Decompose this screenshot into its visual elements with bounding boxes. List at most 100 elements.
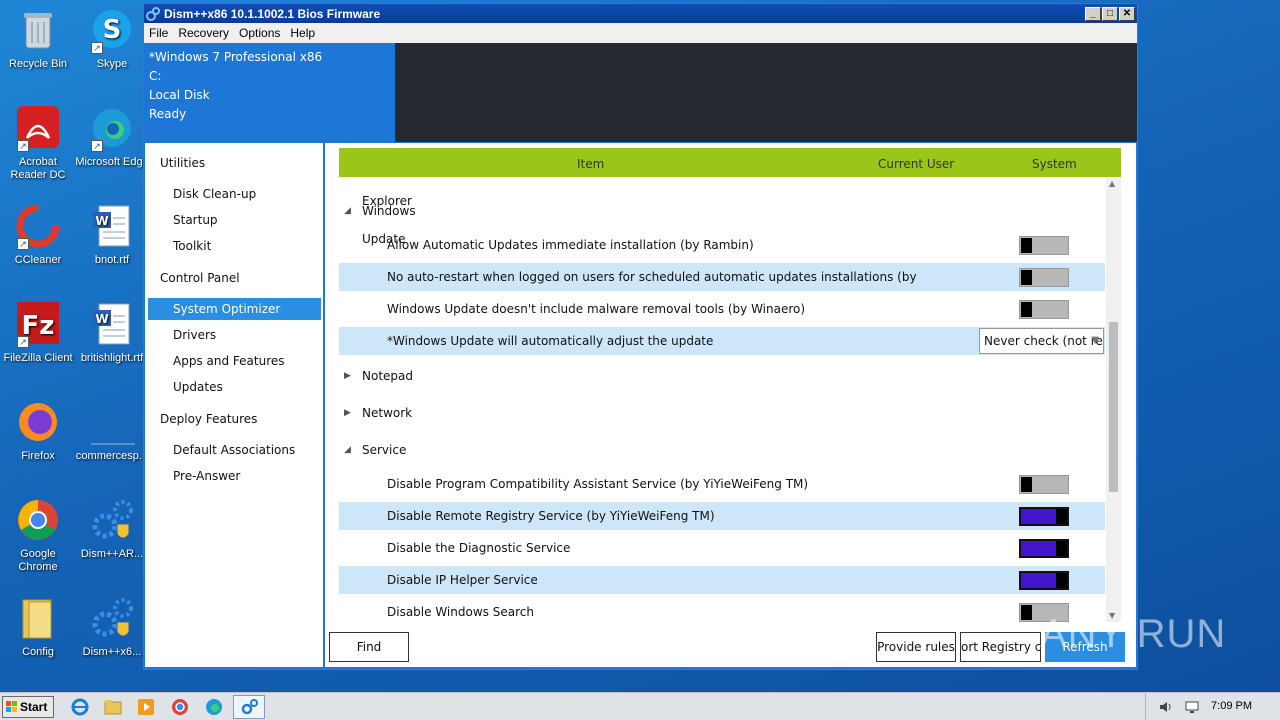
optimizer-panel: Item Current User System ◢ Internet Expl… [325, 143, 1136, 667]
setting-row[interactable]: Allow Automatic Updates immediate instal… [339, 231, 1105, 259]
dism-gear-icon [241, 699, 258, 715]
sidebar-item-toolkit[interactable]: Toolkit [148, 235, 321, 257]
firefox-icon [15, 400, 61, 446]
anyrun-watermark: ANY RUN [1040, 612, 1227, 656]
session-drive: C: [149, 69, 162, 83]
desktop-icon-label: Dism++AR... [80, 548, 144, 560]
sidebar-item-apps-features[interactable]: Apps and Features [148, 350, 321, 372]
sidebar-item-drivers[interactable]: Drivers [148, 324, 321, 346]
setting-row[interactable]: Windows Update doesn't include malware r… [339, 295, 1105, 323]
desktop-icon-britishlight[interactable]: W britishlight.rtf [74, 302, 150, 365]
desktop-icon-label: bnot.rtf [94, 254, 130, 266]
desktop-icon-label: britishlight.rtf [80, 352, 144, 364]
title-bar[interactable]: Dism++x86 10.1.1002.1 Bios Firmware _ □ … [144, 4, 1137, 23]
clock[interactable]: 7:09 PM [1211, 700, 1252, 712]
system-toggle[interactable] [1019, 268, 1069, 287]
sidebar: Utilities Disk Clean-up Startup Toolkit … [145, 143, 323, 667]
menu-recovery[interactable]: Recovery [173, 26, 234, 40]
sidebar-item-updates[interactable]: Updates [148, 376, 321, 398]
export-registry-button[interactable]: ort Registry co [960, 632, 1041, 662]
menu-options[interactable]: Options [234, 26, 285, 40]
system-toggle[interactable] [1019, 300, 1069, 319]
setting-row[interactable]: *Windows Update will automatically adjus… [339, 327, 1105, 355]
find-button[interactable]: Find [329, 632, 409, 662]
sidebar-heading-deploy-features[interactable]: Deploy Features [160, 412, 257, 426]
chrome-taskbar-icon[interactable] [170, 697, 190, 717]
svg-text:W: W [95, 312, 108, 326]
desktop-icon-firefox[interactable]: Firefox [0, 400, 76, 463]
windows-flag-icon [6, 701, 17, 712]
desktop-icon-filezilla[interactable]: Fz ↗ FileZilla Client [0, 302, 76, 365]
desktop-icon-commercesp[interactable]: commercesp... [74, 400, 150, 463]
system-toggle[interactable] [1019, 236, 1069, 255]
system-toggle[interactable] [1019, 571, 1069, 590]
settings-list: ◢ Internet Explorer ◢ Windows Update All… [339, 177, 1105, 622]
ccleaner-icon: ↗ [15, 204, 61, 250]
sidebar-item-default-associations[interactable]: Default Associations [148, 439, 321, 461]
menu-file[interactable]: File [144, 26, 173, 40]
desktop-icon-dism-ar[interactable]: Dism++AR... [74, 498, 150, 561]
sidebar-item-startup[interactable]: Startup [148, 209, 321, 231]
edge-taskbar-icon[interactable] [204, 697, 224, 717]
menu-help[interactable]: Help [285, 26, 320, 40]
folder-icon [15, 596, 61, 642]
sidebar-heading-control-panel[interactable]: Control Panel [160, 271, 240, 285]
dism-gear-icon [89, 596, 135, 642]
header: *Windows 7 Professional x86 C: Local Dis… [144, 43, 1137, 142]
sidebar-heading-utilities[interactable]: Utilities [160, 156, 205, 170]
sidebar-item-system-optimizer[interactable]: System Optimizer [148, 298, 321, 320]
setting-row[interactable]: Disable IP Helper Service [339, 566, 1105, 594]
header-panel [395, 43, 1137, 142]
desktop-icon-label: CCleaner [14, 254, 62, 266]
window-title: Dism++x86 10.1.1002.1 Bios Firmware [164, 6, 381, 21]
col-header-item[interactable]: Item [577, 157, 604, 171]
desktop-icon-acrobat[interactable]: ↗ Acrobat Reader DC [0, 106, 76, 182]
setting-row[interactable]: Disable the Diagnostic Service [339, 534, 1105, 562]
setting-row[interactable]: Disable Windows Search [339, 598, 1105, 622]
desktop-icon-label: Config [22, 646, 54, 658]
chrome-icon [15, 498, 61, 544]
desktop-icon-edge[interactable]: ↗ Microsoft Edge [74, 106, 150, 169]
dism-taskbar-button[interactable] [233, 695, 265, 719]
setting-row[interactable]: Disable Remote Registry Service (by YiYi… [339, 502, 1105, 530]
minimize-button[interactable]: _ [1085, 6, 1101, 21]
system-toggle[interactable] [1019, 507, 1069, 526]
network-icon[interactable] [1184, 699, 1200, 715]
session-info[interactable]: *Windows 7 Professional x86 C: Local Dis… [144, 43, 395, 142]
system-toggle[interactable] [1019, 539, 1069, 558]
volume-icon[interactable] [1158, 700, 1174, 714]
collapse-arrow-icon: ◢ [344, 206, 351, 216]
desktop-icon-skype[interactable]: S ↗ Skype [74, 8, 150, 71]
desktop-icon-chrome[interactable]: Google Chrome [0, 498, 76, 574]
close-button[interactable]: ✕ [1119, 6, 1135, 21]
desktop-icon-dism-x6[interactable]: Dism++x6... [74, 596, 150, 659]
desktop-icon-config[interactable]: Config [0, 596, 76, 659]
system-toggle[interactable] [1019, 475, 1069, 494]
scroll-thumb[interactable] [1109, 322, 1118, 492]
desktop-icon-ccleaner[interactable]: ↗ CCleaner [0, 204, 76, 267]
session-disk: Local Disk [149, 88, 210, 102]
media-player-taskbar-icon[interactable] [136, 697, 156, 717]
maximize-button[interactable]: □ [1102, 6, 1118, 21]
vertical-scrollbar[interactable]: ▲ ▼ [1106, 177, 1121, 622]
col-header-current-user[interactable]: Current User [878, 157, 954, 171]
explorer-taskbar-icon[interactable] [103, 697, 123, 717]
sidebar-item-disk-cleanup[interactable]: Disk Clean-up [148, 183, 321, 205]
dropdown-value: Never check (not re [984, 334, 1103, 348]
setting-row[interactable]: No auto-restart when logged on users for… [339, 263, 1105, 291]
app-gear-icon [146, 6, 160, 21]
ie-taskbar-icon[interactable] [70, 697, 90, 717]
dism-gear-icon [89, 498, 135, 544]
desktop-icon-bnot[interactable]: W bnot.rtf [74, 204, 150, 267]
setting-row[interactable]: Disable Program Compatibility Assistant … [339, 470, 1105, 498]
update-mode-dropdown[interactable]: Never check (not re ▼ [979, 328, 1104, 354]
desktop-icon-label: Recycle Bin [8, 58, 68, 70]
desktop-icon-recycle-bin[interactable]: Recycle Bin [0, 8, 76, 71]
desktop-icon-label: commercesp... [75, 450, 149, 462]
start-button[interactable]: Start [2, 696, 54, 718]
scroll-up-icon[interactable]: ▲ [1109, 179, 1115, 188]
dism-window: Dism++x86 10.1.1002.1 Bios Firmware _ □ … [143, 3, 1138, 670]
col-header-system[interactable]: System [1032, 157, 1077, 171]
sidebar-item-pre-answer[interactable]: Pre-Answer [148, 465, 321, 487]
provide-rules-button[interactable]: Provide rules [876, 632, 956, 662]
